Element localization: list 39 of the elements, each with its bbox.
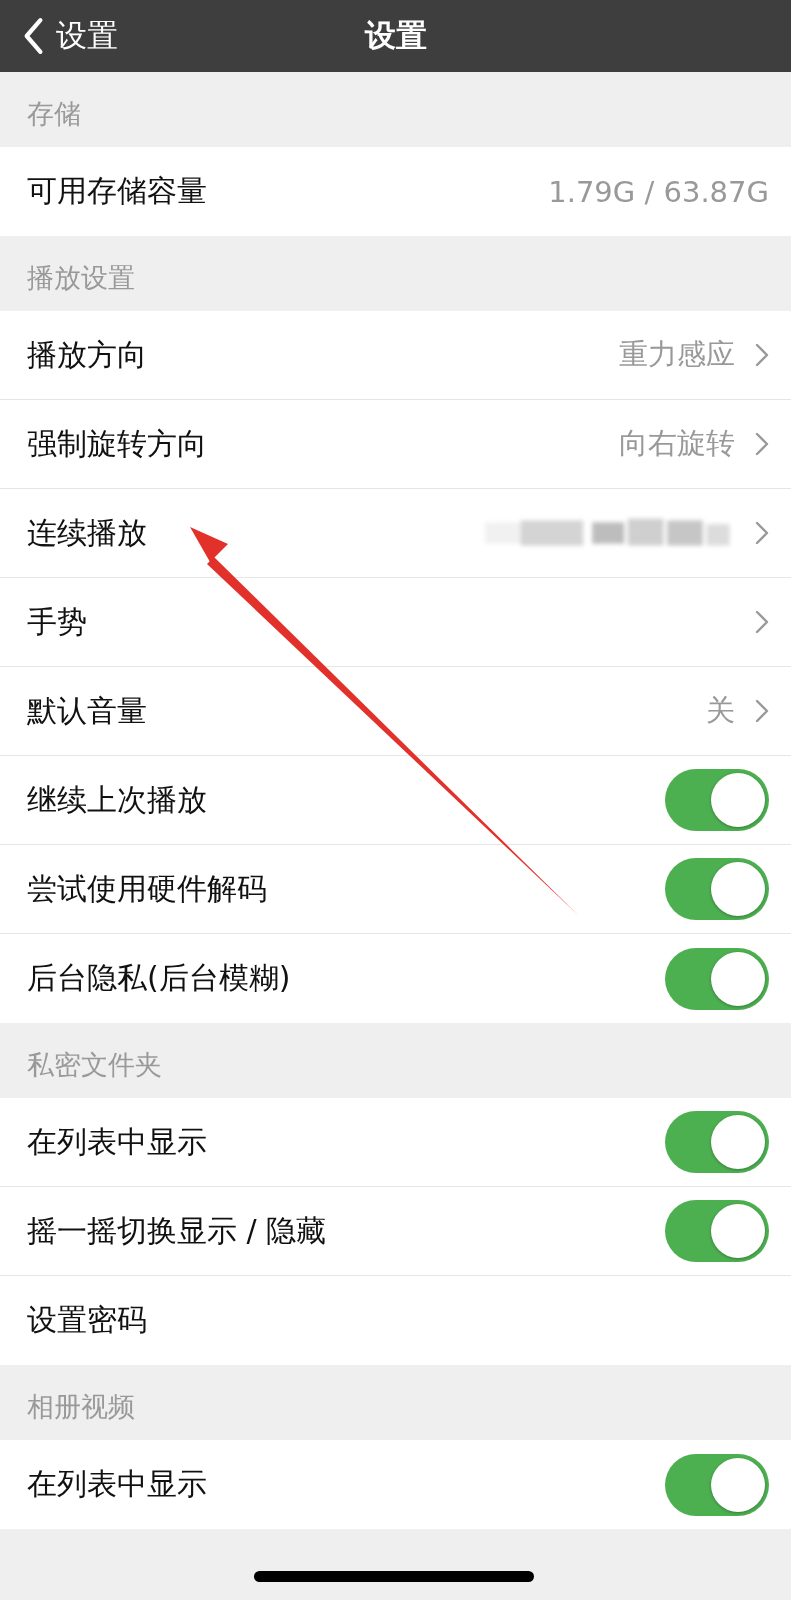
chevron-icon — [755, 342, 769, 368]
settings-row[interactable]: 可用存储容量 1.79G / 63.87G — [0, 147, 791, 236]
setting-value: 重力感应 — [619, 336, 735, 373]
settings-row[interactable]: 尝试使用硬件解码 — [0, 845, 791, 934]
section-header: 存储 — [26, 97, 82, 131]
chevron-icon — [755, 698, 769, 724]
settings-row[interactable]: 设置密码 — [0, 1276, 791, 1365]
settings-row[interactable]: 强制旋转方向 向右旋转 — [0, 400, 791, 489]
back-button[interactable]: 设置 — [18, 0, 122, 72]
chevron-icon — [755, 609, 769, 635]
settings-row[interactable]: 摇一摇切换显示 / 隐藏 — [0, 1187, 791, 1276]
setting-label: 在列表中显示 — [27, 1122, 207, 1161]
setting-label: 尝试使用硬件解码 — [27, 869, 267, 908]
settings-row[interactable]: 继续上次播放 — [0, 756, 791, 845]
settings-row[interactable]: 在列表中显示 — [0, 1440, 791, 1529]
setting-label: 后台隐私(后台模糊) — [27, 959, 291, 997]
setting-value: 向右旋转 — [619, 425, 735, 462]
setting-value: 关 — [706, 692, 735, 729]
setting-label: 可用存储容量 — [27, 172, 207, 210]
section-header: 私密文件夹 — [26, 1048, 163, 1082]
setting-label: 手势 — [27, 602, 87, 641]
setting-label: 连续播放 — [27, 513, 147, 552]
setting-label: 设置密码 — [27, 1301, 147, 1339]
section-header: 播放设置 — [26, 261, 136, 295]
setting-label: 播放方向 — [27, 335, 147, 374]
setting-label: 在列表中显示 — [27, 1465, 207, 1503]
setting-label: 默认音量 — [27, 691, 147, 730]
chevron-icon — [755, 431, 769, 457]
setting-label: 强制旋转方向 — [27, 424, 207, 463]
back-icon — [22, 17, 44, 55]
settings-row[interactable]: 在列表中显示 — [0, 1098, 791, 1187]
chevron-icon — [755, 520, 769, 546]
setting-label: 继续上次播放 — [27, 780, 207, 819]
settings-row[interactable]: 后台隐私(后台模糊) — [0, 934, 791, 1023]
setting-value: 1.79G / 63.87G — [548, 174, 769, 209]
settings-row[interactable]: 播放方向 重力感应 — [0, 311, 791, 400]
setting-label: 摇一摇切换显示 / 隐藏 — [27, 1211, 327, 1250]
screen-title: 设置 — [364, 16, 427, 55]
section-header: 相册视频 — [26, 1390, 136, 1424]
